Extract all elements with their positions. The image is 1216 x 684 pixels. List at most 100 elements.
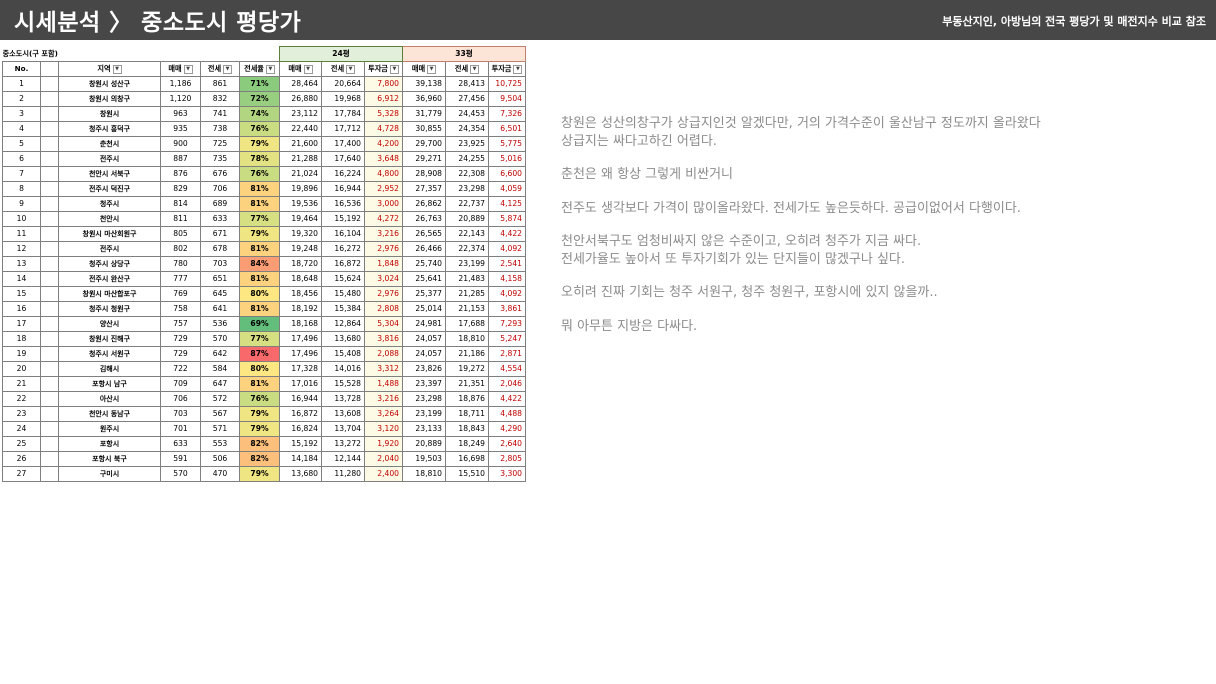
- region-name-cell: 전주시: [58, 151, 161, 167]
- jeonse-ratio-cell: 72%: [239, 91, 280, 107]
- jeonse-33-cell: 21,351: [445, 376, 489, 392]
- jeonse-price-cell: 570: [200, 331, 240, 347]
- col-33-sale-header: 매매 ▼: [402, 61, 446, 77]
- region-name-cell: 청주시: [58, 196, 161, 212]
- region-name-cell: 전주시 덕진구: [58, 181, 161, 197]
- table-row: 13 청주시 상당구 780 703 84% 18,720 16,872 1,848 25,74…: [2, 256, 526, 272]
- jeonse-price-cell: 678: [200, 241, 240, 257]
- sale-price-cell: 729: [160, 331, 201, 347]
- table-row: 4 청주시 흥덕구 935 738 76% 22,440 17,712 4,728 30,855…: [2, 121, 526, 137]
- row-number-cell: 20: [2, 361, 41, 377]
- jeonse-ratio-cell: 71%: [239, 76, 280, 92]
- jeonse-ratio-cell: 81%: [239, 196, 280, 212]
- sale-33-cell: 26,763: [402, 211, 446, 227]
- jeonse-24-cell: 12,144: [321, 451, 365, 467]
- table-row: 2 창원시 의창구 1,120 832 72% 26,880 19,968 6,912 36,9…: [2, 91, 526, 107]
- investment-24-cell: 2,952: [364, 181, 403, 197]
- jeonse-price-cell: 671: [200, 226, 240, 242]
- jeonse-ratio-cell: 79%: [239, 406, 280, 422]
- jeonse-24-cell: 17,784: [321, 106, 365, 122]
- sale-24-cell: 21,024: [279, 166, 322, 182]
- sale-33-cell: 26,565: [402, 226, 446, 242]
- jeonse-24-cell: 14,016: [321, 361, 365, 377]
- jeonse-24-cell: 13,680: [321, 331, 365, 347]
- filter-dropdown-icon[interactable]: ▼: [427, 64, 437, 74]
- jeonse-price-cell: 633: [200, 211, 240, 227]
- sale-24-cell: 16,824: [279, 421, 322, 437]
- jeonse-ratio-cell: 74%: [239, 106, 280, 122]
- col-jeonse-price-header: 전세 ▼: [200, 61, 240, 77]
- region-name-cell: 천안시 동남구: [58, 406, 161, 422]
- filter-dropdown-icon[interactable]: ▼: [513, 64, 523, 74]
- sale-price-cell: 876: [160, 166, 201, 182]
- filter-dropdown-icon[interactable]: ▼: [183, 64, 193, 74]
- jeonse-24-cell: 20,664: [321, 76, 365, 92]
- region-name-cell: 창원시 성산구: [58, 76, 161, 92]
- jeonse-price-cell: 725: [200, 136, 240, 152]
- filter-dropdown-icon[interactable]: ▼: [265, 64, 275, 74]
- table-row: 23 천안시 동남구 703 567 79% 16,872 13,608 3,264 23,19…: [2, 406, 526, 422]
- jeonse-ratio-cell: 76%: [239, 121, 280, 137]
- column-header-row: No. 지역 ▼ 매매 ▼ 전세 ▼ 전세율 ▼ 매매 ▼ 전세 ▼ 투자금 ▼ 매매 ▼ 전세 ▼ 투자금 ▼: [2, 61, 526, 77]
- row-number-cell: 4: [2, 121, 41, 137]
- region-name-cell: 포항시 북구: [58, 451, 161, 467]
- row-number-cell: 14: [2, 271, 41, 287]
- investment-33-cell: 4,092: [488, 241, 526, 257]
- row-number-cell: 23: [2, 406, 41, 422]
- row-number-cell: 11: [2, 226, 41, 242]
- jeonse-33-cell: 28,413: [445, 76, 489, 92]
- investment-24-cell: 4,200: [364, 136, 403, 152]
- table-row: 24 원주시 701 571 79% 16,824 13,704 3,120 23,133 18,…: [2, 421, 526, 437]
- jeonse-ratio-cell: 80%: [239, 361, 280, 377]
- row-marker-cell: [40, 256, 59, 272]
- table-row: 6 전주시 887 735 78% 21,288 17,640 3,648 29,271 24,2…: [2, 151, 526, 167]
- col-no-header: No.: [2, 61, 41, 77]
- investment-33-cell: 2,805: [488, 451, 526, 467]
- row-marker-cell: [40, 91, 59, 107]
- col-jeonse-ratio-label: 전세율: [244, 64, 264, 73]
- investment-24-cell: 3,312: [364, 361, 403, 377]
- jeonse-33-cell: 17,688: [445, 316, 489, 332]
- investment-24-cell: 4,800: [364, 166, 403, 182]
- jeonse-price-cell: 536: [200, 316, 240, 332]
- sale-24-cell: 16,872: [279, 406, 322, 422]
- sale-24-cell: 19,464: [279, 211, 322, 227]
- filter-dropdown-icon[interactable]: ▼: [470, 64, 480, 74]
- sale-24-cell: 16,944: [279, 391, 322, 407]
- sale-24-cell: 17,328: [279, 361, 322, 377]
- investment-33-cell: 4,059: [488, 181, 526, 197]
- filter-dropdown-icon[interactable]: ▼: [389, 64, 399, 74]
- sale-price-cell: 811: [160, 211, 201, 227]
- region-name-cell: 전주시 완산구: [58, 271, 161, 287]
- filter-dropdown-icon[interactable]: ▼: [223, 64, 233, 74]
- col-24-investment-label: 투자금: [368, 64, 388, 73]
- investment-33-cell: 4,554: [488, 361, 526, 377]
- row-marker-cell: [40, 346, 59, 362]
- col-24-jeonse-header: 전세 ▼: [321, 61, 365, 77]
- jeonse-price-cell: 571: [200, 421, 240, 437]
- table-row: 27 구미시 570 470 79% 13,680 11,280 2,400 18,810 15,…: [2, 466, 526, 482]
- sale-33-cell: 23,133: [402, 421, 446, 437]
- filter-dropdown-icon[interactable]: ▼: [112, 64, 122, 74]
- sale-price-cell: 722: [160, 361, 201, 377]
- table-row: 10 천안시 811 633 77% 19,464 15,192 4,272 26,763 20,…: [2, 211, 526, 227]
- page-title: 시세분석 〉 중소도시 평당가: [14, 10, 302, 36]
- sale-price-cell: 757: [160, 316, 201, 332]
- region-name-cell: 청주시 서원구: [58, 346, 161, 362]
- table-row: 5 춘천시 900 725 79% 21,600 17,400 4,200 29,700 23,9…: [2, 136, 526, 152]
- col-33-jeonse-header: 전세 ▼: [445, 61, 489, 77]
- jeonse-24-cell: 16,224: [321, 166, 365, 182]
- row-marker-cell: [40, 316, 59, 332]
- jeonse-33-cell: 23,298: [445, 181, 489, 197]
- investment-33-cell: 6,501: [488, 121, 526, 137]
- filter-dropdown-icon[interactable]: ▼: [303, 64, 313, 74]
- sale-33-cell: 29,700: [402, 136, 446, 152]
- region-name-cell: 천안시 서북구: [58, 166, 161, 182]
- sale-24-cell: 18,456: [279, 286, 322, 302]
- col-sale-price-header: 매매 ▼: [160, 61, 201, 77]
- filter-dropdown-icon[interactable]: ▼: [346, 64, 356, 74]
- jeonse-ratio-cell: 77%: [239, 211, 280, 227]
- row-number-cell: 5: [2, 136, 41, 152]
- table-row: 17 양산시 757 536 69% 18,168 12,864 5,304 24,981 17,…: [2, 316, 526, 332]
- investment-24-cell: 1,920: [364, 436, 403, 452]
